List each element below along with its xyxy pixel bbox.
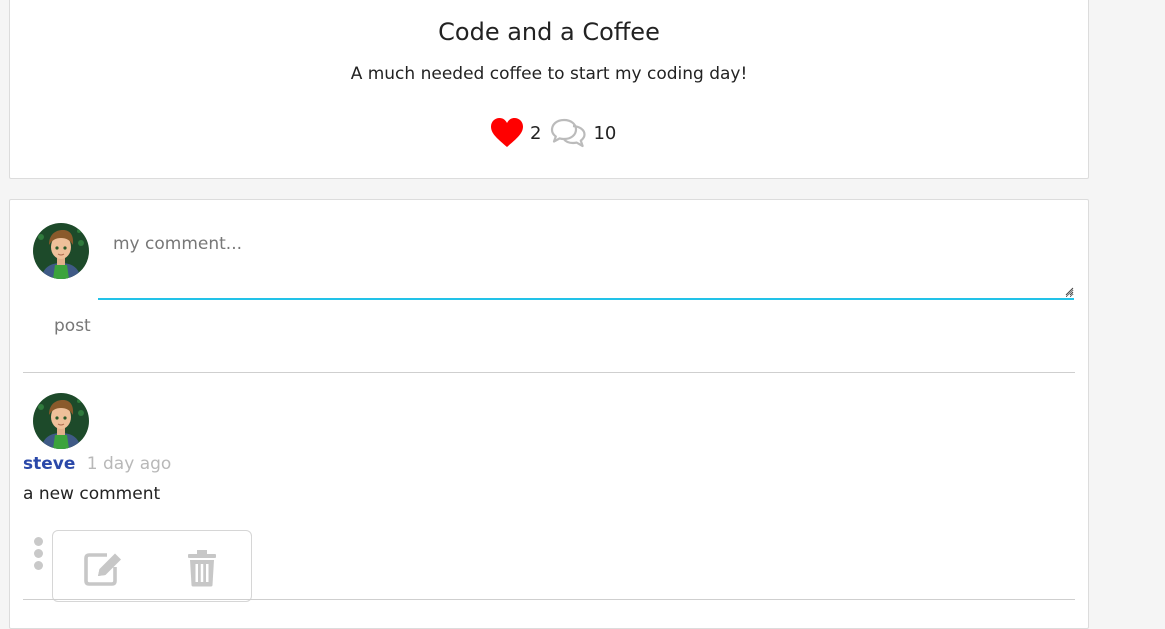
vertical-dots-icon [33, 537, 43, 546]
like-count: 2 [530, 122, 542, 144]
resize-handle-icon[interactable] [1064, 286, 1074, 296]
heart-icon [491, 118, 523, 147]
post-comment-button[interactable]: post [54, 316, 91, 336]
vertical-dots-icon-dot [33, 549, 43, 558]
comment-actions-menu [52, 530, 252, 602]
edit-button[interactable] [83, 549, 123, 587]
like-button[interactable] [490, 117, 524, 149]
comment-count-icon[interactable] [549, 117, 587, 149]
comment-text: a new comment [23, 484, 161, 504]
post-description: A much needed coffee to start my coding … [350, 64, 748, 84]
vertical-dots-icon-dot [33, 561, 43, 570]
comment-timestamp: 1 day ago [86, 454, 172, 474]
divider [23, 599, 1075, 600]
comment-author[interactable]: steve [23, 454, 75, 474]
post-card: Code and a Coffee A much needed coffee t… [9, 0, 1089, 179]
comments-section: post steve 1 day ago a new comment [9, 199, 1089, 629]
avatar [33, 223, 89, 279]
trash-icon [188, 550, 216, 587]
edit-icon [84, 553, 121, 586]
comment-meta: steve 1 day ago [23, 454, 171, 474]
more-options-button[interactable] [32, 537, 44, 573]
post-title: Code and a Coffee [438, 18, 660, 46]
delete-button[interactable] [185, 549, 219, 587]
comment-count: 10 [593, 122, 617, 144]
speech-bubbles-icon [551, 118, 587, 148]
avatar[interactable] [33, 393, 89, 449]
post-stats: 2 10 [490, 117, 616, 149]
divider [23, 372, 1075, 373]
comment-input[interactable] [98, 222, 1074, 300]
